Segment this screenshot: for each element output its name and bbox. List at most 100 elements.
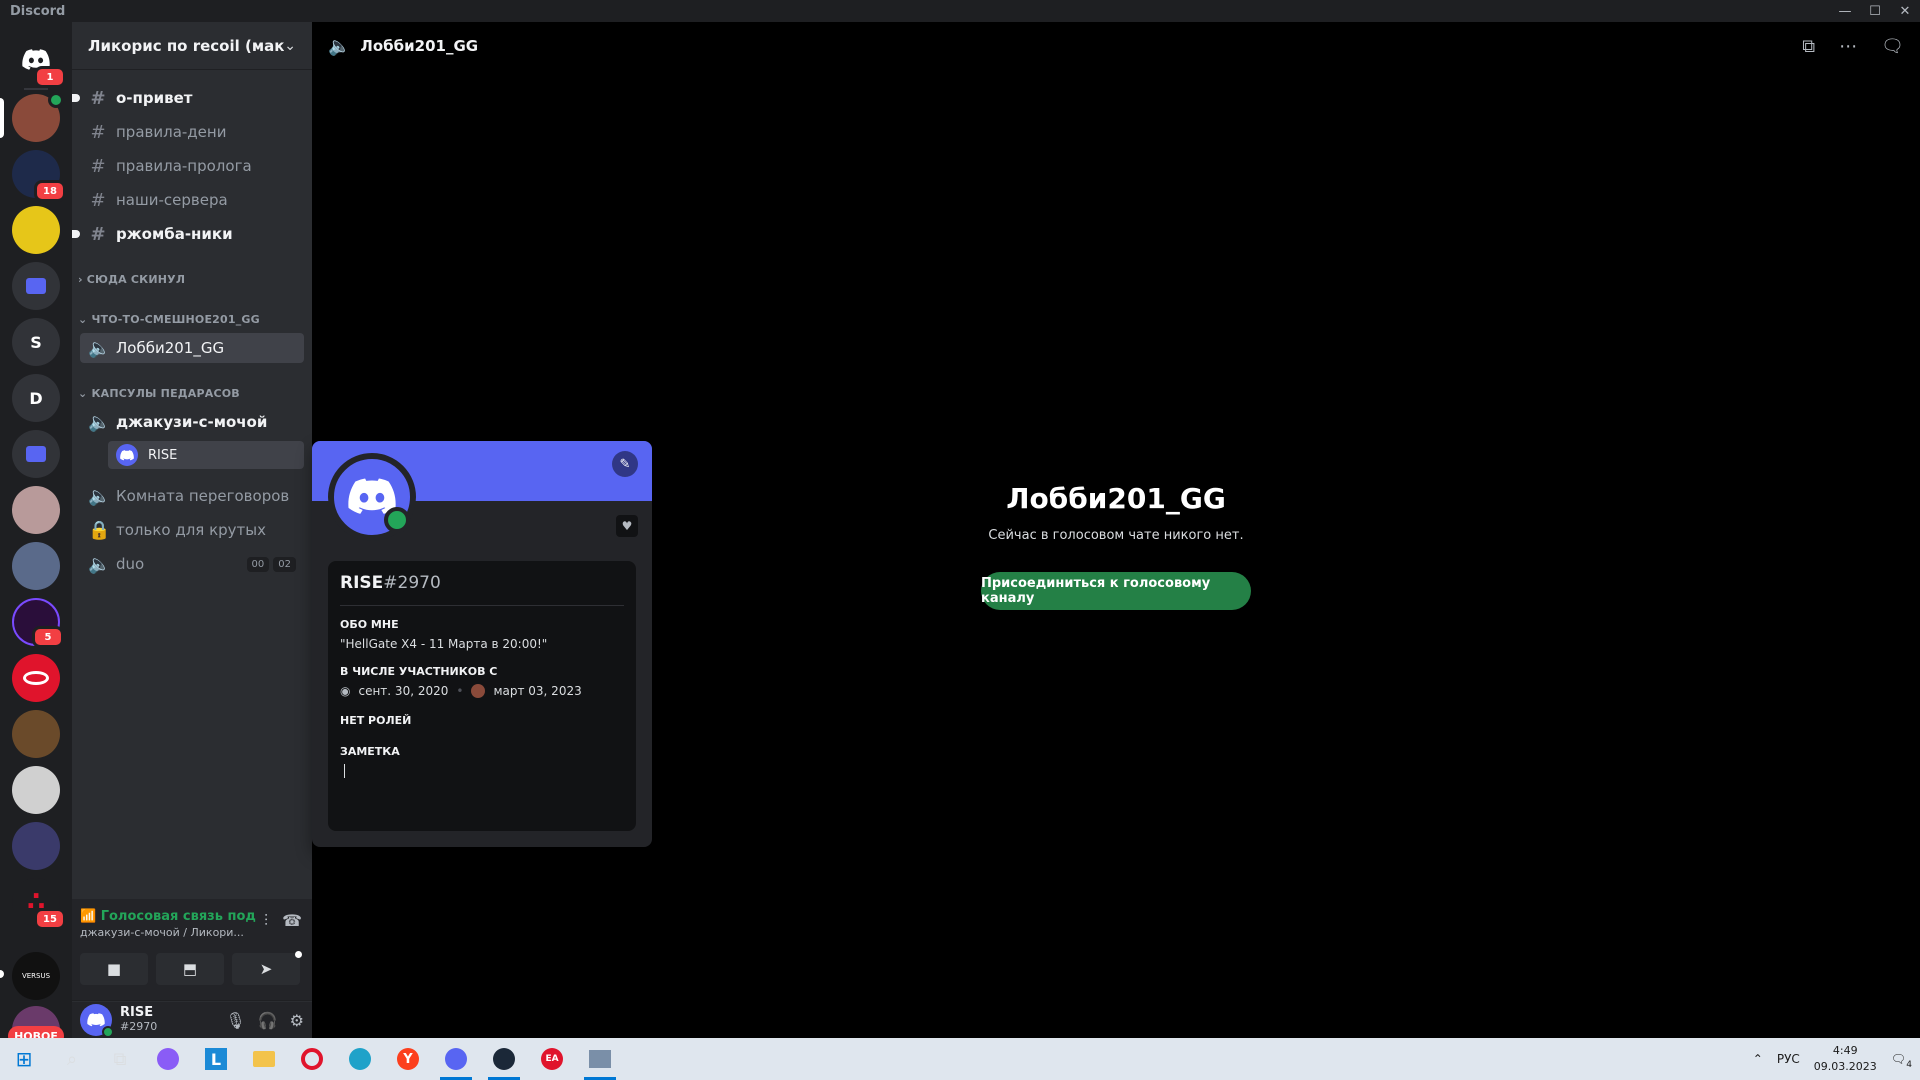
guild-icon-1[interactable] [12, 92, 64, 142]
channel-pravila-prologa[interactable]: # правила-пролога [80, 151, 304, 181]
server-member-since: март 03, 2023 [493, 684, 582, 698]
notification-center-icon[interactable]: 🗨 4 [1891, 1052, 1912, 1070]
chat-icon[interactable]: 🗨 [1881, 36, 1904, 57]
screen-share-button[interactable]: ⬒ [156, 953, 224, 985]
home-button[interactable]: 1 [12, 36, 66, 88]
taskbar-discord[interactable] [432, 1038, 480, 1080]
taskbar-ea[interactable]: EA [528, 1038, 576, 1080]
nitro-badge-icon[interactable]: ♥ [616, 515, 638, 537]
search-button[interactable]: ⌕ [48, 1038, 96, 1080]
guild-icon-2[interactable]: 18 [12, 150, 66, 202]
channel-room[interactable]: 🔈 Комната переговоров [80, 481, 304, 511]
join-voice-button[interactable]: Присоединиться к голосовому каналу [981, 572, 1251, 610]
task-view-icon: ⧉ [113, 1048, 127, 1070]
language-indicator[interactable]: РУС [1777, 1052, 1800, 1066]
clock-time: 4:49 [1832, 1044, 1858, 1057]
minimize-button[interactable]: — [1830, 0, 1860, 22]
yandex-icon: Y [397, 1048, 419, 1070]
speaker-icon: 🔈 [88, 337, 111, 359]
server-header[interactable]: Ликорис по recoil (макр... ⌄ [72, 22, 312, 70]
about-me-text: "HellGate X4 - 11 Марта в 20:00!" [340, 637, 548, 651]
channel-o-privet[interactable]: # о-привет [72, 83, 304, 113]
guild-icon-6[interactable]: 5 [12, 598, 64, 648]
channel-label: Лобби201_GG [116, 339, 225, 357]
taskbar-edge[interactable] [336, 1038, 384, 1080]
channel-rzhomba-niki[interactable]: # ржомба-ники [72, 219, 304, 249]
folder-icon-2[interactable] [12, 430, 60, 478]
online-status-icon [102, 1026, 114, 1038]
gear-icon[interactable]: ⚙ [290, 1011, 304, 1030]
guild-icon-5[interactable] [12, 542, 60, 590]
channel-pravila-deni[interactable]: # правила-дени [80, 117, 304, 147]
screen-share-icon: ⬒ [182, 960, 198, 978]
guild-icon-10[interactable] [12, 822, 60, 870]
headphones-icon[interactable]: 🎧 [258, 1011, 278, 1030]
channel-nashi-servera[interactable]: # наши-сервера [80, 185, 304, 215]
taskbar-explorer[interactable] [240, 1038, 288, 1080]
profile-username: RISE#2970 [340, 573, 441, 593]
voice-user-rise[interactable]: RISE [108, 441, 304, 469]
category-syuda-skinul[interactable]: › СЮДА СКИНУЛ [78, 273, 185, 286]
channel-label: о-привет [116, 89, 193, 107]
voice-panel-icons: ⫶ ☎ [264, 911, 302, 931]
disconnect-icon[interactable]: ☎ [282, 911, 302, 931]
guild-icon-d[interactable]: D [12, 374, 60, 422]
more-icon[interactable]: ⋯ [1839, 36, 1857, 57]
channel-label: только для крутых [116, 521, 267, 539]
guild-icon-11[interactable]: ∴ 15 [12, 878, 66, 930]
channel-jacuzzi[interactable]: 🔈 джакузи-с-мочой [80, 407, 304, 437]
channel-label: джакузи-с-мочой [116, 413, 268, 431]
close-window-button[interactable]: ✕ [1890, 0, 1920, 22]
guild-icon-8[interactable] [12, 710, 60, 758]
category-chto-to-smeshnoe[interactable]: ⌄ ЧТО-ТО-СМЕШНОЕ201_GG [78, 313, 260, 326]
hash-icon: # [90, 121, 106, 143]
taskbar-photos[interactable] [576, 1038, 624, 1080]
voice-status[interactable]: 📶 Голосовая связь под [80, 909, 256, 924]
guild-icon-s[interactable]: S [12, 318, 60, 366]
taskbar-app-l[interactable]: L [192, 1038, 240, 1080]
taskbar-opera[interactable] [288, 1038, 336, 1080]
clock[interactable]: 4:49 09.03.2023 [1814, 1043, 1877, 1075]
tray-expand-icon[interactable]: ⌃ [1753, 1052, 1763, 1066]
guild-icon-versus[interactable]: VERSUS [12, 952, 60, 1000]
channel-locked[interactable]: 🔒 только для крутых [80, 515, 304, 545]
taskbar-yandex[interactable]: Y [384, 1038, 432, 1080]
maximize-button[interactable]: ☐ [1860, 0, 1890, 22]
rocket-icon: ➤ [259, 960, 273, 978]
windows-taskbar: ⊞ ⌕ ⧉ L Y EA ⌃ РУС 4:49 09.03.2023 🗨 4 [0, 1038, 1920, 1080]
edge-icon [349, 1048, 371, 1070]
note-input[interactable] [344, 764, 345, 778]
guild-icon-3[interactable] [12, 206, 60, 254]
start-button[interactable]: ⊞ [0, 1038, 48, 1080]
user-avatar [116, 444, 138, 466]
activity-button[interactable]: ➤ [232, 951, 302, 985]
unread-badge: 1 [34, 66, 66, 88]
noise-suppression-icon[interactable]: ⫶ [264, 911, 268, 931]
discord-icon [445, 1048, 467, 1070]
category-kapsuly[interactable]: ⌄ КАПСУЛЫ ПЕДАРАСОВ [78, 387, 240, 400]
guild-icon-4[interactable] [12, 486, 60, 534]
channel-duo[interactable]: 🔈 duo 00 02 [80, 549, 304, 579]
notification-count: 4 [1906, 1060, 1912, 1070]
popout-icon[interactable]: ⧉ [1802, 36, 1815, 57]
clock-date: 09.03.2023 [1813, 1060, 1877, 1073]
profile-card: RISE#2970 ОБО МНЕ "HellGate X4 - 11 Март… [328, 561, 636, 831]
server-list: 1 18 S D 5 ∴ 15 VERSUS НОВОЕ [0, 22, 72, 1038]
user-info[interactable]: RISE #2970 [120, 1006, 157, 1034]
channel-lobby[interactable]: 🔈 Лобби201_GG [80, 333, 304, 363]
microphone-icon[interactable]: 🎙 [225, 1011, 245, 1030]
camera-button[interactable]: ■ [80, 953, 148, 985]
edit-profile-button[interactable]: ✎ [612, 451, 638, 477]
task-view-button[interactable]: ⧉ [96, 1038, 144, 1080]
chevron-down-icon: ⌄ [284, 37, 296, 54]
guild-icon-7[interactable] [12, 654, 60, 702]
hash-icon: # [90, 87, 106, 109]
channel-label: Комната переговоров [116, 487, 290, 505]
taskbar-app-alice[interactable] [144, 1038, 192, 1080]
profile-avatar[interactable] [328, 453, 416, 541]
user-avatar[interactable] [80, 1004, 114, 1038]
folder-icon-1[interactable] [12, 262, 60, 310]
guild-icon-9[interactable] [12, 766, 60, 814]
taskbar-steam[interactable] [480, 1038, 528, 1080]
divider [340, 605, 624, 606]
